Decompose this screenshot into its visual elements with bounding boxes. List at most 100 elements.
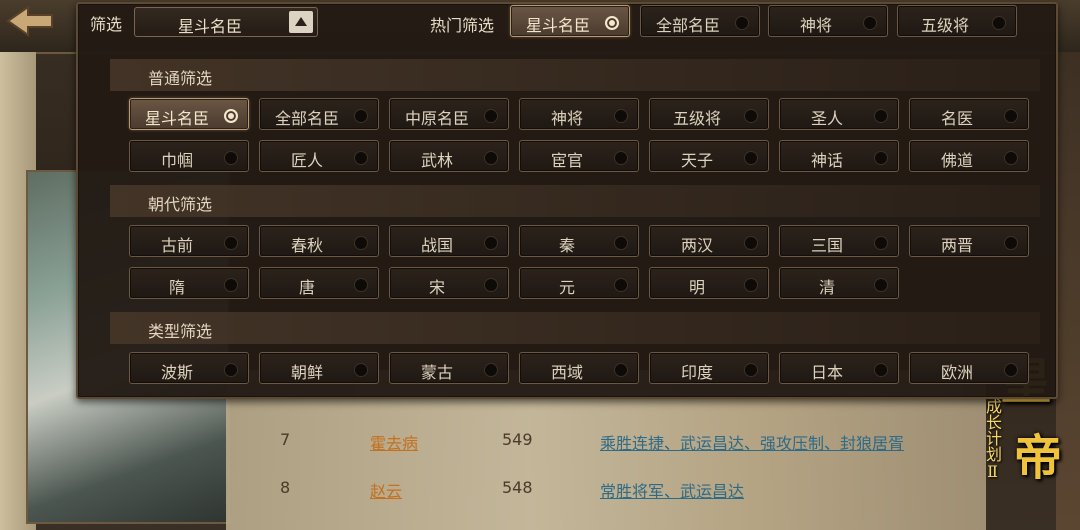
normal-filter-chip[interactable]: 天子 (649, 140, 769, 172)
dynasty-filter-chip-label: 明 (688, 278, 705, 297)
radio-dot-icon (744, 151, 758, 165)
radio-dot-icon (744, 236, 758, 250)
hot-filter-chip-label: 神将 (799, 16, 832, 35)
radio-dot-icon (354, 236, 368, 250)
radio-dot-icon (605, 16, 619, 30)
radio-dot-icon (874, 278, 888, 292)
radio-dot-icon (224, 278, 238, 292)
radio-dot-icon (1004, 109, 1018, 123)
logo-subtitle: 成长计划Ⅱ (983, 398, 1002, 481)
filter-dropdown[interactable]: 星斗名臣 (134, 7, 318, 37)
score-cell: 549 (502, 430, 533, 449)
dynasty-filter-chip[interactable]: 宋 (389, 267, 509, 299)
dynasty-filter-chip-label: 三国 (810, 236, 843, 255)
normal-filter-chip[interactable]: 神将 (519, 98, 639, 130)
section-title-dynasty: 朝代筛选 (148, 195, 213, 214)
radio-dot-icon (744, 278, 758, 292)
dynasty-filter-chip[interactable]: 战国 (389, 225, 509, 257)
radio-dot-icon (744, 363, 758, 377)
hot-filter-chip[interactable]: 神将 (768, 5, 888, 37)
type-filter-chip[interactable]: 蒙古 (389, 352, 509, 384)
section-bar (110, 185, 1040, 217)
hot-filter-chip[interactable]: 五级将 (897, 5, 1017, 37)
dynasty-filter-chip[interactable]: 两汉 (649, 225, 769, 257)
normal-filter-chip[interactable]: 名医 (909, 98, 1029, 130)
radio-dot-icon (863, 16, 877, 30)
table-row[interactable]: 8 赵云 548 常胜将军、武运昌达 (240, 468, 980, 508)
normal-filter-chip[interactable]: 匠人 (259, 140, 379, 172)
radio-dot-icon (1004, 151, 1018, 165)
dynasty-filter-chip-label: 元 (558, 278, 575, 297)
type-filter-chip-label: 西域 (550, 363, 583, 382)
normal-filter-chip[interactable]: 武林 (389, 140, 509, 172)
minister-name-link[interactable]: 赵云 (370, 478, 402, 502)
radio-dot-icon (484, 363, 498, 377)
skills-links[interactable]: 乘胜连捷、武运昌达、强攻压制、封狼居胥 (600, 430, 904, 454)
radio-dot-icon (874, 151, 888, 165)
dynasty-filter-chip[interactable]: 明 (649, 267, 769, 299)
dynasty-filter-chip-label: 秦 (558, 236, 575, 255)
table-row[interactable]: 7 霍去病 549 乘胜连捷、武运昌达、强攻压制、封狼居胥 (240, 420, 980, 460)
normal-filter-chip[interactable]: 圣人 (779, 98, 899, 130)
normal-filter-chip[interactable]: 巾帼 (129, 140, 249, 172)
dynasty-filter-chip-label: 隋 (168, 278, 185, 297)
type-filter-chip-label: 欧洲 (940, 363, 973, 382)
normal-filter-chip-label: 匠人 (290, 151, 323, 170)
radio-dot-icon (1004, 363, 1018, 377)
radio-dot-icon (484, 236, 498, 250)
type-filter-chip-label: 蒙古 (420, 363, 453, 382)
normal-filter-chip[interactable]: 中原名臣 (389, 98, 509, 130)
radio-dot-icon (354, 151, 368, 165)
dynasty-filter-chip[interactable]: 三国 (779, 225, 899, 257)
type-filter-chip[interactable]: 波斯 (129, 352, 249, 384)
type-filter-chip[interactable]: 西域 (519, 352, 639, 384)
dynasty-filter-chip[interactable]: 隋 (129, 267, 249, 299)
radio-dot-icon (484, 109, 498, 123)
dynasty-filter-chip[interactable]: 两晋 (909, 225, 1029, 257)
radio-dot-icon (484, 278, 498, 292)
minister-name-link[interactable]: 霍去病 (370, 430, 418, 454)
normal-filter-chip-label: 佛道 (940, 151, 973, 170)
dynasty-filter-chip[interactable]: 清 (779, 267, 899, 299)
normal-filter-chip[interactable]: 宦官 (519, 140, 639, 172)
score-cell: 548 (502, 478, 533, 497)
type-filter-chip[interactable]: 日本 (779, 352, 899, 384)
type-filter-chip[interactable]: 印度 (649, 352, 769, 384)
dynasty-filter-chip-label: 两汉 (680, 236, 713, 255)
dynasty-filter-chip[interactable]: 唐 (259, 267, 379, 299)
normal-filter-chip-label: 圣人 (810, 109, 843, 128)
type-filter-chip-label: 朝鲜 (290, 363, 323, 382)
type-filter-chip-label: 波斯 (160, 363, 193, 382)
normal-filter-chip[interactable]: 佛道 (909, 140, 1029, 172)
radio-dot-icon (874, 363, 888, 377)
dynasty-filter-chip[interactable]: 元 (519, 267, 639, 299)
radio-dot-icon (614, 236, 628, 250)
filter-label: 筛选 (90, 15, 123, 34)
radio-dot-icon (224, 236, 238, 250)
normal-filter-chip-label: 神话 (810, 151, 843, 170)
normal-filter-chip[interactable]: 神话 (779, 140, 899, 172)
normal-filter-chip-label: 巾帼 (160, 151, 193, 170)
hot-filter-chip[interactable]: 星斗名臣 (510, 5, 630, 37)
normal-filter-chip-label: 星斗名臣 (144, 109, 209, 128)
type-filter-chip[interactable]: 欧洲 (909, 352, 1029, 384)
radio-dot-icon (354, 363, 368, 377)
dynasty-filter-chip[interactable]: 古前 (129, 225, 249, 257)
normal-filter-chip-label: 全部名臣 (274, 109, 339, 128)
dynasty-filter-chip-label: 清 (818, 278, 835, 297)
normal-filter-chip-label: 中原名臣 (404, 109, 469, 128)
type-filter-chip[interactable]: 朝鲜 (259, 352, 379, 384)
type-filter-chip-label: 日本 (810, 363, 843, 382)
skills-links[interactable]: 常胜将军、武运昌达 (600, 478, 744, 502)
hot-filter-chip-label: 五级将 (920, 16, 969, 35)
dynasty-filter-chip[interactable]: 春秋 (259, 225, 379, 257)
dynasty-filter-chip[interactable]: 秦 (519, 225, 639, 257)
normal-filter-chip[interactable]: 全部名臣 (259, 98, 379, 130)
dropdown-arrow-icon[interactable] (289, 11, 313, 33)
normal-filter-chip[interactable]: 星斗名臣 (129, 98, 249, 130)
dynasty-filter-chip-label: 宋 (428, 278, 445, 297)
hot-filter-chip-label: 星斗名臣 (525, 16, 590, 35)
hot-filter-chip[interactable]: 全部名臣 (640, 5, 760, 37)
normal-filter-chip[interactable]: 五级将 (649, 98, 769, 130)
back-arrow-icon[interactable] (4, 4, 56, 38)
